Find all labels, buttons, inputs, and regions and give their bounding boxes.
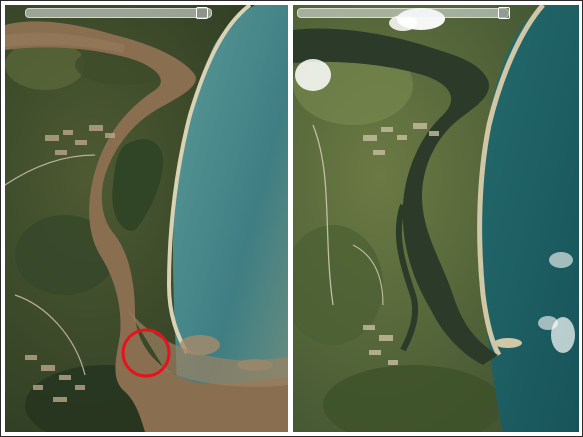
image-slider-left[interactable]	[25, 7, 212, 19]
image-slider-right[interactable]	[297, 7, 510, 19]
map-panel-after[interactable]	[293, 5, 579, 432]
slider-handle-icon[interactable]	[196, 7, 208, 19]
comparison-frame	[0, 0, 583, 437]
satellite-imagery-after	[293, 5, 579, 432]
map-panel-before[interactable]	[5, 5, 288, 432]
slider-handle-icon[interactable]	[498, 7, 510, 19]
satellite-imagery-before	[5, 5, 288, 432]
